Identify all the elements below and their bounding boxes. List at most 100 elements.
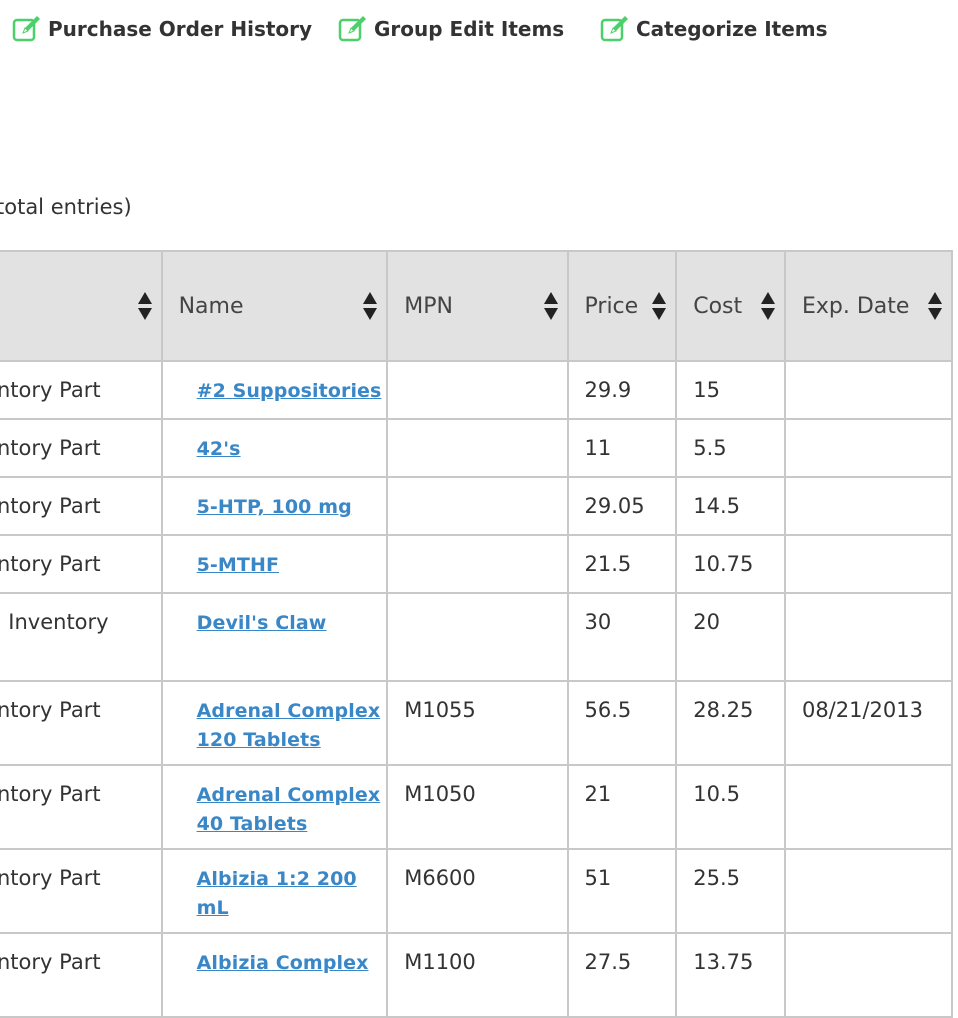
mpn-cell — [386, 534, 569, 594]
cost-cell: 20 — [675, 592, 786, 682]
table-header-row: Name MPN Price Cost Exp. Date — [0, 250, 954, 362]
name-cell: 5-MTHF — [160, 534, 389, 594]
cost-cell: 13.75 — [675, 932, 786, 1018]
table-row: ntory Part 5-MTHF 21.5 10.75 — [0, 534, 954, 594]
exp-date-cell — [783, 418, 954, 478]
cost-cell: 10.75 — [675, 534, 786, 594]
exp-date-cell: 08/21/2013 — [783, 680, 954, 766]
categorize-items-label: Categorize Items — [636, 17, 828, 41]
column-header-price[interactable]: Price — [566, 250, 678, 362]
item-name-link[interactable]: Albizia Complex — [197, 952, 369, 974]
mpn-cell — [386, 476, 569, 536]
table-row: ntory Part 5-HTP, 100 mg 29.05 14.5 — [0, 476, 954, 536]
sort-icon[interactable] — [137, 290, 153, 322]
item-name-link[interactable]: 5-MTHF — [197, 554, 279, 576]
column-header-exp-date-label: Exp. Date — [801, 293, 910, 319]
type-cell: ntory Part — [0, 764, 163, 850]
mpn-cell — [386, 360, 569, 420]
sort-icon[interactable] — [760, 290, 776, 322]
name-cell: 42's — [160, 418, 389, 478]
exp-date-cell — [783, 360, 954, 420]
exp-date-cell — [783, 592, 954, 682]
categorize-items-link[interactable]: Categorize Items — [600, 14, 828, 44]
table-row: ntory Part #2 Suppositories 29.9 15 — [0, 360, 954, 420]
cost-cell: 15 — [675, 360, 786, 420]
mpn-cell: M6600 — [386, 848, 569, 934]
column-header-type[interactable] — [0, 250, 163, 362]
purchase-order-history-label: Purchase Order History — [48, 17, 313, 41]
name-cell: Adrenal Complex 120 Tablets — [160, 680, 389, 766]
exp-date-cell — [783, 932, 954, 1018]
sort-icon[interactable] — [543, 290, 559, 322]
name-cell: #2 Suppositories — [160, 360, 389, 420]
type-cell: ntory Part — [0, 534, 163, 594]
price-cell: 56.5 — [566, 680, 678, 766]
item-name-link[interactable]: Albizia 1:2 200 mL — [197, 868, 357, 919]
column-header-name[interactable]: Name — [160, 250, 389, 362]
name-cell: Adrenal Complex 40 Tablets — [160, 764, 389, 850]
mpn-cell: M1100 — [386, 932, 569, 1018]
sort-icon[interactable] — [362, 290, 378, 322]
cost-cell: 10.5 — [675, 764, 786, 850]
items-table: Name MPN Price Cost Exp. Date ntory Part… — [0, 250, 954, 1018]
mpn-cell — [386, 592, 569, 682]
price-cell: 21.5 — [566, 534, 678, 594]
price-cell: 51 — [566, 848, 678, 934]
exp-date-cell — [783, 764, 954, 850]
price-cell: 21 — [566, 764, 678, 850]
price-cell: 29.05 — [566, 476, 678, 536]
edit-icon — [600, 16, 628, 42]
item-name-link[interactable]: Devil's Claw — [197, 612, 327, 634]
column-header-price-label: Price — [584, 293, 639, 319]
column-header-cost-label: Cost — [693, 293, 743, 319]
group-edit-items-link[interactable]: Group Edit Items — [338, 14, 564, 44]
exp-date-cell — [783, 534, 954, 594]
type-cell: ntory Part — [0, 848, 163, 934]
price-cell: 27.5 — [566, 932, 678, 1018]
item-name-link[interactable]: 42's — [197, 438, 241, 460]
sort-icon[interactable] — [927, 290, 943, 322]
table-row: ntory Part Albizia Complex M1100 27.5 13… — [0, 932, 954, 1018]
cost-cell: 25.5 — [675, 848, 786, 934]
type-cell: ntory Part — [0, 476, 163, 536]
column-header-mpn-label: MPN — [404, 293, 453, 319]
type-cell: Inventory — [0, 592, 163, 682]
exp-date-cell — [783, 848, 954, 934]
cost-cell: 5.5 — [675, 418, 786, 478]
cost-cell: 28.25 — [675, 680, 786, 766]
purchase-order-history-link[interactable]: Purchase Order History — [12, 14, 312, 44]
column-header-name-label: Name — [178, 293, 244, 319]
item-name-link[interactable]: #2 Suppositories — [197, 380, 382, 402]
type-cell: ntory Part — [0, 680, 163, 766]
table-row: ntory Part Adrenal Complex 40 Tablets M1… — [0, 764, 954, 850]
name-cell: Albizia Complex — [160, 932, 389, 1018]
mpn-cell — [386, 418, 569, 478]
column-header-cost[interactable]: Cost — [675, 250, 786, 362]
column-header-mpn[interactable]: MPN — [386, 250, 569, 362]
name-cell: Albizia 1:2 200 mL — [160, 848, 389, 934]
entries-info: total entries) — [0, 195, 132, 219]
name-cell: Devil's Claw — [160, 592, 389, 682]
item-name-link[interactable]: Adrenal Complex 120 Tablets — [197, 700, 381, 751]
edit-icon — [338, 16, 366, 42]
column-header-exp-date[interactable]: Exp. Date — [783, 250, 954, 362]
table-row: Inventory Devil's Claw 30 20 — [0, 592, 954, 682]
type-cell: ntory Part — [0, 418, 163, 478]
price-cell: 11 — [566, 418, 678, 478]
edit-icon — [12, 16, 40, 42]
mpn-cell: M1055 — [386, 680, 569, 766]
cost-cell: 14.5 — [675, 476, 786, 536]
table-row: ntory Part Adrenal Complex 120 Tablets M… — [0, 680, 954, 766]
type-cell: ntory Part — [0, 360, 163, 420]
table-row: ntory Part 42's 11 5.5 — [0, 418, 954, 478]
type-cell: ntory Part — [0, 932, 163, 1018]
sort-icon[interactable] — [651, 290, 667, 322]
table-row: ntory Part Albizia 1:2 200 mL M6600 51 2… — [0, 848, 954, 934]
mpn-cell: M1050 — [386, 764, 569, 850]
name-cell: 5-HTP, 100 mg — [160, 476, 389, 536]
price-cell: 30 — [566, 592, 678, 682]
exp-date-cell — [783, 476, 954, 536]
group-edit-items-label: Group Edit Items — [374, 17, 565, 41]
item-name-link[interactable]: 5-HTP, 100 mg — [197, 496, 352, 518]
item-name-link[interactable]: Adrenal Complex 40 Tablets — [197, 784, 381, 835]
